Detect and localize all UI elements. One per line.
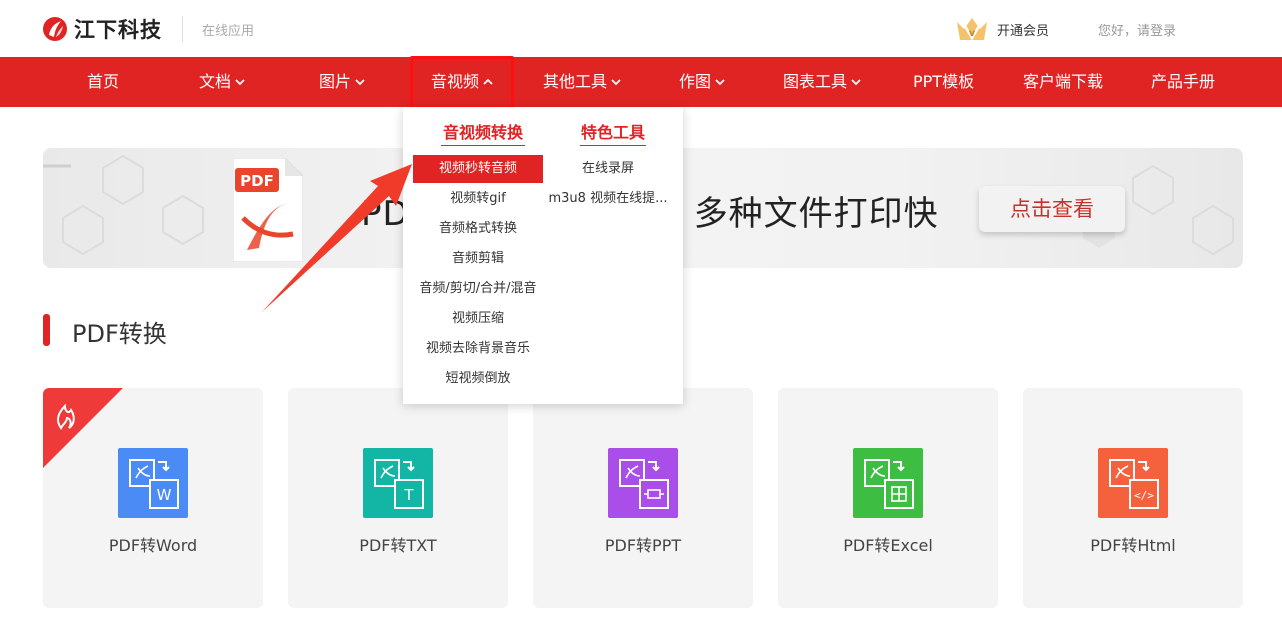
chevron-down-icon: [611, 79, 621, 86]
chevron-down-icon: [715, 79, 725, 86]
badge-text: W: [157, 486, 172, 504]
card-label: PDF转Html: [1090, 536, 1176, 555]
dropdown-column-title-conversion: 音视频转换: [442, 123, 523, 142]
nav-item-product-manual[interactable]: 产品手册: [1151, 57, 1215, 107]
nav-item-label: 图表工具: [783, 72, 848, 91]
nav-item-label: 客户端下载: [1023, 72, 1104, 91]
nav-item-ppt-templates[interactable]: PPT模板: [913, 57, 974, 107]
tool-card-pdf-to-html[interactable]: </> PDF转Html: [1023, 388, 1243, 608]
column-title-underline: [441, 145, 525, 146]
nav-item-label: 首页: [87, 72, 120, 91]
nav-item-docs[interactable]: 文档: [199, 57, 246, 107]
pdf-to-excel-icon: [853, 448, 923, 518]
chevron-down-icon: [851, 79, 861, 86]
nav-item-images[interactable]: 图片: [319, 57, 366, 107]
pdf-doc-label: PDF: [240, 172, 274, 190]
logo[interactable]: 江下科技: [42, 14, 162, 44]
dropdown-column-title-features: 特色工具: [580, 123, 645, 142]
chevron-down-icon: [355, 79, 365, 86]
nav-item-drawing[interactable]: 作图: [679, 57, 726, 107]
nav-item-label: 产品手册: [1151, 72, 1216, 91]
header-divider: [182, 16, 183, 42]
section-accent-bar: [43, 314, 50, 346]
dropdown-item-screen-record[interactable]: 在线录屏: [543, 155, 673, 183]
nav-item-client-download[interactable]: 客户端下载: [1023, 57, 1103, 107]
dropdown-item-video-to-audio[interactable]: 视频秒转音频: [413, 155, 543, 183]
dropdown-item-reverse-video[interactable]: 短视频倒放: [413, 365, 543, 393]
pdf-to-html-icon: </>: [1098, 448, 1168, 518]
dropdown-item-video-to-gif[interactable]: 视频转gif: [413, 185, 543, 213]
brand-name: 江下科技: [74, 18, 162, 42]
badge-text: T: [403, 486, 414, 504]
audio-video-dropdown: 音视频转换 特色工具 视频秒转音频 视频转gif 音频格式转换 音频剪辑 音频/…: [403, 107, 683, 404]
login-link[interactable]: 您好，请登录: [1098, 20, 1176, 39]
pdf-to-txt-icon: T: [363, 448, 433, 518]
svg-text:v: v: [969, 28, 976, 39]
logo-icon: [43, 17, 67, 41]
card-label: PDF转Excel: [843, 536, 933, 555]
card-label: PDF转TXT: [359, 536, 437, 555]
banner-title-right: 多种文件打印快: [693, 194, 939, 234]
card-label: PDF转Word: [108, 536, 198, 555]
nav-item-home[interactable]: 首页: [87, 57, 119, 107]
dropdown-item-video-compress[interactable]: 视频压缩: [413, 305, 543, 333]
tool-card-pdf-to-word[interactable]: W PDF转Word: [43, 388, 263, 608]
nav-item-label: 图片: [319, 72, 352, 91]
header-subtitle: 在线应用: [202, 24, 255, 39]
dropdown-item-audio-edit[interactable]: 音频剪辑: [413, 245, 543, 273]
page: 江下科技 在线应用 v 开通会员 您好，请登录 首页 文档 图片 音视频 其他工…: [0, 0, 1282, 625]
nav-item-label: PPT模板: [913, 72, 975, 91]
hot-badge: [43, 388, 123, 468]
column-title-underline: [580, 145, 646, 146]
nav-item-label: 其他工具: [543, 72, 608, 91]
nav-item-label: 文档: [199, 72, 232, 91]
pdf-document-icon: PDF: [233, 158, 303, 262]
nav-item-label: 作图: [679, 72, 712, 91]
badge-text: </>: [1134, 489, 1154, 502]
main-nav: 首页 文档 图片 音视频 其他工具 作图 图表工具 PPT模板 客户端下载 产品…: [0, 57, 1282, 107]
chevron-down-icon: [235, 79, 245, 86]
site-header: 江下科技 在线应用 v 开通会员 您好，请登录: [0, 0, 1282, 57]
vip-label: 开通会员: [997, 23, 1050, 39]
card-label: PDF转PPT: [604, 536, 682, 555]
dropdown-item-audio-format-convert[interactable]: 音频格式转换: [413, 215, 543, 243]
section-title: PDF转换: [72, 320, 167, 348]
tool-card-pdf-to-excel[interactable]: PDF转Excel: [778, 388, 998, 608]
annotation-highlight-box: [410, 56, 514, 109]
nav-item-other-tools[interactable]: 其他工具: [543, 57, 622, 107]
dropdown-item-m3u8-extract[interactable]: m3u8 视频在线提...: [543, 185, 673, 213]
tool-card-pdf-to-ppt[interactable]: PDF转PPT: [533, 388, 753, 608]
dropdown-item-remove-bg-music[interactable]: 视频去除背景音乐: [413, 335, 543, 363]
view-button[interactable]: 点击查看: [979, 186, 1125, 232]
tool-card-pdf-to-txt[interactable]: T PDF转TXT: [288, 388, 508, 608]
crown-icon: v: [957, 18, 987, 41]
nav-item-chart-tools[interactable]: 图表工具: [783, 57, 862, 107]
vip-button[interactable]: v 开通会员: [955, 16, 1049, 42]
pdf-to-word-icon: W: [118, 448, 188, 518]
pdf-to-ppt-icon: [608, 448, 678, 518]
dropdown-item-audio-cut-merge-mix[interactable]: 音频/剪切/合并/混音: [413, 275, 543, 303]
